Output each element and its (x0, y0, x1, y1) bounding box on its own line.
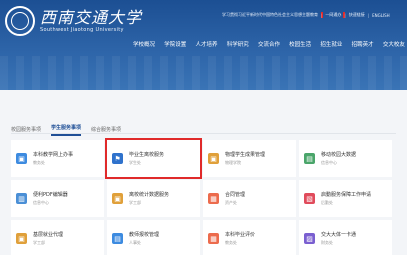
service-card[interactable]: ▨ 交大大体一卡通 财务处 (299, 220, 392, 255)
folder-icon: ▣ (16, 233, 27, 244)
tab-campus-services[interactable]: 校园服务事项 (11, 126, 41, 136)
tab-divider (11, 133, 396, 134)
service-card[interactable]: ▤ 教师报校管理 人事处 (107, 220, 200, 255)
service-title: 毕业生离校服务 (129, 152, 165, 158)
service-department: 财务处 (321, 240, 333, 245)
service-title: 便利PDF编辑器 (33, 192, 68, 198)
service-department: 资产处 (225, 200, 237, 205)
folder-icon: ▣ (16, 153, 27, 164)
top-links: 学习贯彻习近平新时代中国特色社会主义思想主题教育 | 一网通办 | 快速链接 |… (222, 12, 405, 18)
service-department: 后勤处 (321, 200, 333, 205)
service-card[interactable]: ▤ 移动校园大数据 信息中心 (299, 140, 392, 177)
book-icon: ▤ (112, 233, 123, 244)
service-card[interactable]: ▦ 本科毕业评价 教务处 (203, 220, 296, 255)
header-background-pattern (0, 56, 407, 90)
service-department: 信息中心 (321, 160, 337, 165)
service-card[interactable]: ▦ 合同管理资产处 (203, 180, 296, 217)
service-title: 合同管理 (225, 192, 246, 198)
service-title: 本科教学网上办事 (33, 152, 74, 158)
nav-item-about[interactable]: 学校概况 (133, 40, 155, 48)
service-department: 学工部 (33, 240, 45, 245)
service-card-graduate-departure[interactable]: ⚑ 毕业生离校服务 学生处 (105, 138, 202, 179)
service-tabs: 校园服务事项 学生服务事项 综合服务事项 (11, 124, 121, 136)
nav-item-alumni[interactable]: 交大校友 (383, 40, 405, 48)
top-link-theme-education[interactable]: 学习贯彻习近平新时代中国特色社会主义思想主题教育 (222, 12, 318, 18)
nav-item-education[interactable]: 人才培养 (195, 40, 217, 48)
service-department: 学工部 (129, 200, 141, 205)
service-title: 离校统计数据服务 (129, 192, 170, 198)
document-icon: ▥ (16, 193, 27, 204)
top-link-one-stop-service[interactable]: 一网通办 (321, 12, 346, 18)
service-title: 本科毕业评价 (225, 232, 256, 238)
nav-item-admissions[interactable]: 招生就业 (320, 40, 342, 48)
service-card[interactable]: ▣ 离校统计数据服务 学工部 (107, 180, 200, 217)
tab-general-services[interactable]: 综合服务事项 (91, 126, 121, 136)
evaluation-icon: ▦ (208, 233, 219, 244)
site-header: 西南交通大学 Southwest Jiaotong University 学习贯… (0, 0, 407, 90)
service-department: 教务处 (33, 160, 45, 165)
logo-chinese-name: 西南交通大学 (40, 8, 143, 27)
logo-text: 西南交通大学 Southwest Jiaotong University (40, 8, 143, 34)
divider: | (367, 12, 370, 18)
service-department: 教务处 (225, 240, 237, 245)
university-seal-icon (5, 6, 35, 36)
service-card[interactable]: ▣ 物理学生成果管理 物理学院 (203, 140, 296, 177)
main-nav: 学校概况 学院设置 人才培养 科学研究 交流合作 校园生活 招生就业 招聘英才 … (133, 40, 405, 48)
divider: | (321, 12, 323, 18)
service-card[interactable]: ▣ 基层就业代理 学工部 (11, 220, 104, 255)
walking-person-icon: ⚑ (112, 153, 123, 164)
nav-item-campus-life[interactable]: 校园生活 (289, 40, 311, 48)
folder-icon: ▣ (208, 153, 219, 164)
service-department: 物理学院 (225, 160, 241, 165)
service-grid: ▣ 本科教学网上办事 教务处 ⚑ 毕业生离校服务 学生处 ▣ 物理学生成果管理 物理学… (11, 138, 392, 255)
service-title: 教师报校管理 (129, 232, 160, 238)
nav-item-research[interactable]: 科学研究 (227, 40, 249, 48)
service-department: 信息中心 (33, 200, 49, 205)
service-card[interactable]: ▥ 便利PDF编辑器 信息中心 (11, 180, 104, 217)
card-icon: ▨ (304, 233, 315, 244)
folder-icon: ▣ (112, 193, 123, 204)
top-link-quick-links[interactable]: 快速链接 (349, 12, 365, 18)
service-title: 交大大体一卡通 (321, 232, 357, 238)
contract-icon: ▦ (208, 193, 219, 204)
service-title: 基层就业代理 (33, 232, 64, 238)
service-department: 人事处 (129, 240, 141, 245)
service-card[interactable]: ▧ 启動服务保障工作申请 后勤处 (299, 180, 392, 217)
nav-item-colleges[interactable]: 学院设置 (164, 40, 186, 48)
tab-student-services[interactable]: 学生服务事项 (51, 124, 82, 136)
service-card[interactable]: ▣ 本科教学网上办事 教务处 (11, 140, 104, 177)
chart-icon: ▤ (304, 153, 315, 164)
nav-item-recruitment[interactable]: 招聘英才 (352, 40, 374, 48)
application-icon: ▧ (304, 193, 315, 204)
university-logo[interactable]: 西南交通大学 Southwest Jiaotong University (5, 6, 142, 36)
service-title: 物理学生成果管理 (225, 152, 266, 158)
divider: | (344, 12, 346, 18)
service-title: 启動服务保障工作申请 (321, 192, 372, 198)
top-link-english[interactable]: ENGLISH (372, 13, 390, 18)
service-title: 移动校园大数据 (321, 152, 357, 158)
service-department: 学生处 (129, 160, 141, 165)
nav-item-exchange[interactable]: 交流合作 (258, 40, 280, 48)
logo-english-name: Southwest Jiaotong University (40, 27, 124, 33)
